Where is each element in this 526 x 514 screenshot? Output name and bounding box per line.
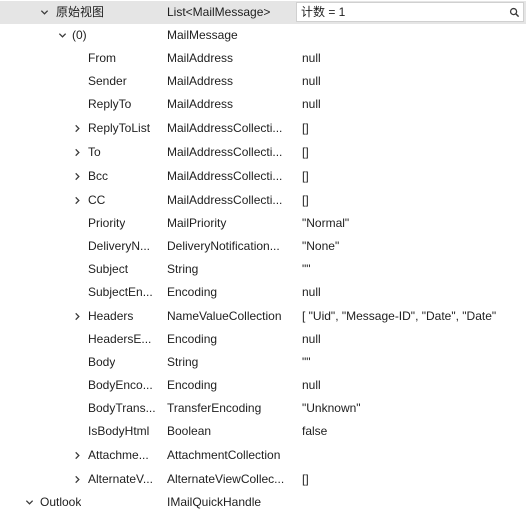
tree-row-outlook[interactable]: Outlook IMailQuickHandle — [0, 491, 526, 514]
row-name: Sender — [88, 74, 127, 88]
row-type: MailAddress — [167, 51, 234, 65]
row-name: HeadersE... — [88, 332, 152, 346]
row-type: MailAddressCollecti... — [167, 145, 283, 159]
row-type: TransferEncoding — [167, 401, 262, 415]
row-name: CC — [88, 193, 106, 207]
row-value: [] — [302, 145, 309, 159]
row-type: MailMessage — [167, 28, 238, 42]
row-value: false — [302, 424, 328, 438]
row-type: MailPriority — [167, 216, 227, 230]
chevron-right-icon[interactable] — [71, 444, 83, 467]
row-type: Encoding — [167, 285, 218, 299]
tree-row-bcc[interactable]: Bcc MailAddressCollecti... [] — [0, 165, 526, 188]
row-value: [] — [302, 121, 309, 135]
chevron-right-icon[interactable] — [71, 305, 83, 328]
tree-row-alternate-views[interactable]: AlternateV... AlternateViewCollec... [] — [0, 468, 526, 491]
tree-row-body-transfer-encoding[interactable]: BodyTrans... TransferEncoding "Unknown" — [0, 397, 526, 420]
tree-row-subject-encoding[interactable]: SubjectEn... Encoding null — [0, 281, 526, 304]
row-value: null — [302, 285, 321, 299]
row-name: BodyTrans... — [88, 401, 156, 415]
row-name: Headers — [88, 309, 134, 323]
tree-row-raw-view[interactable]: 原始视图 List<MailMessage> 计数 = 1 — [0, 1, 526, 24]
row-type: IMailQuickHandle — [167, 495, 262, 509]
chevron-right-icon[interactable] — [71, 165, 83, 188]
chevron-down-icon[interactable] — [56, 24, 68, 47]
row-name: Attachme... — [88, 448, 149, 462]
row-type: MailAddress — [167, 97, 234, 111]
row-type: MailAddressCollecti... — [167, 121, 283, 135]
tree-row-to[interactable]: To MailAddressCollecti... [] — [0, 141, 526, 164]
row-value: [] — [302, 193, 309, 207]
tree-row-subject[interactable]: Subject String "" — [0, 258, 526, 281]
row-value: "" — [302, 355, 311, 369]
row-type: Encoding — [167, 378, 218, 392]
row-type: MailAddress — [167, 74, 234, 88]
row-type: List<MailMessage> — [167, 5, 271, 19]
row-name: 原始视图 — [56, 5, 105, 19]
search-icon[interactable] — [505, 3, 523, 21]
row-name: (0) — [72, 28, 87, 42]
row-value: [ "Uid", "Message-ID", "Date", "Date" — [302, 309, 497, 323]
row-value: [] — [302, 472, 309, 486]
row-name: SubjectEn... — [88, 285, 153, 299]
row-name: Body — [88, 355, 116, 369]
row-name: ReplyToList — [88, 121, 151, 135]
row-name: Bcc — [88, 169, 109, 183]
row-type: MailAddressCollecti... — [167, 193, 283, 207]
row-value — [302, 444, 504, 467]
tree-row-item-0[interactable]: (0) MailMessage — [0, 24, 526, 47]
tree-row-delivery-notification[interactable]: DeliveryN... DeliveryNotification... "No… — [0, 235, 526, 258]
row-name: To — [88, 145, 101, 159]
row-value: "Unknown" — [302, 401, 361, 415]
tree-row-replytolist[interactable]: ReplyToList MailAddressCollecti... [] — [0, 117, 526, 140]
chevron-down-icon[interactable] — [38, 1, 50, 24]
row-type: DeliveryNotification... — [167, 239, 280, 253]
tree-row-isbodyhtml[interactable]: IsBodyHtml Boolean false — [0, 420, 526, 443]
tree-row-sender[interactable]: Sender MailAddress null — [0, 70, 526, 93]
tree-row-body[interactable]: Body String "" — [0, 351, 526, 374]
row-type: Encoding — [167, 332, 218, 346]
chevron-right-icon[interactable] — [71, 189, 83, 212]
row-name: DeliveryN... — [88, 239, 151, 253]
search-query: 计数 = 1 — [301, 5, 346, 19]
tree-row-body-encoding[interactable]: BodyEnco... Encoding null — [0, 374, 526, 397]
tree-row-priority[interactable]: Priority MailPriority "Normal" — [0, 212, 526, 235]
chevron-right-icon[interactable] — [71, 117, 83, 140]
row-value: "" — [302, 262, 311, 276]
row-value: "Normal" — [302, 216, 350, 230]
row-name: ReplyTo — [88, 97, 132, 111]
chevron-down-icon[interactable] — [23, 491, 35, 514]
tree-row-attachments[interactable]: Attachme... AttachmentCollection — [0, 444, 526, 467]
row-value: null — [302, 74, 321, 88]
chevron-right-icon[interactable] — [71, 468, 83, 491]
row-type: MailAddressCollecti... — [167, 169, 283, 183]
tree-row-replyto[interactable]: ReplyTo MailAddress null — [0, 93, 526, 116]
row-name: IsBodyHtml — [88, 424, 150, 438]
search-input[interactable]: 计数 = 1 — [296, 2, 524, 22]
row-value: null — [302, 97, 321, 111]
row-value: null — [302, 332, 321, 346]
row-type: AttachmentCollection — [167, 448, 281, 462]
tree-row-headers[interactable]: Headers NameValueCollection [ "Uid", "Me… — [0, 305, 526, 328]
row-name: AlternateV... — [88, 472, 153, 486]
tree-row-cc[interactable]: CC MailAddressCollecti... [] — [0, 189, 526, 212]
row-name: Outlook — [40, 495, 82, 509]
row-type: Boolean — [167, 424, 212, 438]
row-name: BodyEnco... — [88, 378, 153, 392]
chevron-right-icon[interactable] — [71, 141, 83, 164]
row-value: null — [302, 51, 321, 65]
row-type: String — [167, 262, 199, 276]
row-name: Priority — [88, 216, 126, 230]
row-value: [] — [302, 169, 309, 183]
row-type: String — [167, 355, 199, 369]
row-value: null — [302, 378, 321, 392]
tree-row-from[interactable]: From MailAddress null — [0, 47, 526, 70]
row-type: AlternateViewCollec... — [167, 472, 285, 486]
row-name: Subject — [88, 262, 129, 276]
row-type: NameValueCollection — [167, 309, 282, 323]
row-value: "None" — [302, 239, 340, 253]
row-name: From — [88, 51, 116, 65]
tree-row-headers-encoding[interactable]: HeadersE... Encoding null — [0, 328, 526, 351]
